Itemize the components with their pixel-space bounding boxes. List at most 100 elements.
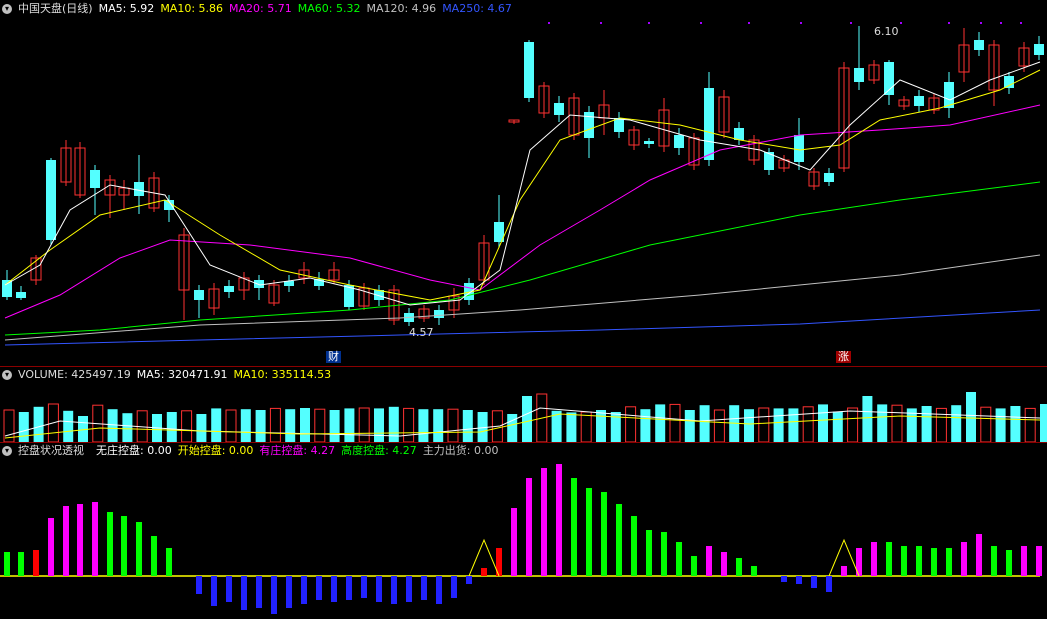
- limit-dot: [600, 22, 602, 24]
- control-bar: [166, 548, 172, 576]
- control-bar: [451, 576, 457, 598]
- control-bar: [796, 576, 802, 584]
- volume-bar: [240, 409, 251, 442]
- control-bar: [466, 576, 472, 584]
- indicator-panel[interactable]: ▾ 控盘状况透视 无庄控盘: 0.00 开始控盘: 0.00 有庄控盘: 4.27 高度控…: [0, 442, 1047, 619]
- control-bar: [586, 488, 592, 576]
- volume-bar: [211, 408, 222, 442]
- candle-body: [16, 292, 26, 298]
- candle-body: [704, 88, 714, 160]
- volume-bar: [995, 408, 1006, 442]
- candle-body: [90, 170, 100, 188]
- control-bar: [676, 542, 682, 576]
- control-bar: [376, 576, 382, 602]
- candle-body: [974, 40, 984, 50]
- volume-bar: [773, 408, 784, 442]
- volume-bar: [1040, 404, 1047, 442]
- candle-body: [1034, 44, 1044, 55]
- volume-bar: [625, 406, 637, 442]
- finance-marker[interactable]: 财: [326, 351, 341, 363]
- candle-body: [734, 128, 744, 140]
- volume-bar: [847, 407, 859, 442]
- indicator-legend-item: 高度控盘: 4.27: [341, 444, 417, 457]
- control-bar: [961, 542, 967, 576]
- price-panel[interactable]: ▾ 中国天盘(日线) MA5: 5.92 MA10: 5.86 MA20: 5.71 MA…: [0, 0, 1047, 366]
- panel-menu-icon[interactable]: ▾: [2, 446, 12, 456]
- control-bar: [916, 546, 922, 576]
- candle-body: [434, 310, 444, 318]
- volume-bar: [225, 409, 237, 442]
- control-bar: [616, 504, 622, 576]
- volume-bar: [403, 407, 415, 442]
- limit-dot: [980, 22, 982, 24]
- limit-dot: [850, 22, 852, 24]
- control-bar: [1006, 550, 1012, 576]
- control-bar: [691, 556, 697, 576]
- control-bar: [556, 464, 562, 576]
- volume-bar: [596, 410, 606, 442]
- control-bar: [107, 512, 113, 576]
- volume-bar: [522, 396, 532, 442]
- control-bar: [721, 552, 727, 576]
- candle-body: [224, 286, 234, 292]
- volume-bar: [374, 408, 384, 442]
- volume-bar: [832, 411, 843, 442]
- ma250-line: [4, 309, 1041, 346]
- control-bar: [991, 546, 997, 576]
- limit-dot: [648, 22, 650, 24]
- volume-bar: [655, 404, 666, 442]
- limit-dot: [700, 22, 702, 24]
- volume-bar: [713, 409, 725, 442]
- volume-bar: [921, 406, 932, 442]
- candlestick-chart[interactable]: [0, 0, 1047, 366]
- stock-name: 中国天盘(日线): [18, 2, 93, 15]
- control-bar: [751, 566, 757, 576]
- limit-dot: [900, 22, 902, 24]
- volume-bar: [818, 404, 828, 442]
- volume-bar: [329, 410, 340, 442]
- limit-dot: [748, 22, 750, 24]
- volume-bar: [758, 407, 770, 442]
- candle-body: [914, 96, 924, 106]
- control-bar: [196, 576, 202, 594]
- volume-bar: [1024, 407, 1036, 442]
- ma-legend-item: MA5: 5.92: [98, 2, 155, 15]
- ma5-line: [4, 61, 1041, 306]
- volume-header: ▾ VOLUME: 425497.19 MA5: 320471.91 MA10: 33…: [0, 366, 337, 384]
- control-bar: [301, 576, 307, 604]
- panel-menu-icon[interactable]: ▾: [2, 370, 12, 380]
- volume-bar: [699, 405, 710, 442]
- control-bar: [526, 478, 532, 576]
- control-bar: [4, 552, 10, 576]
- ma20-line: [4, 104, 1041, 319]
- ma-legend: MA5: 5.92 MA10: 5.86 MA20: 5.71 MA60: 5.32 M…: [99, 2, 518, 15]
- volume-bar: [862, 396, 873, 442]
- low-price-label: 4.57: [409, 326, 434, 339]
- volume-panel[interactable]: ▾ VOLUME: 425497.19 MA5: 320471.91 MA10: 33…: [0, 366, 1047, 442]
- volume-bar: [684, 410, 695, 442]
- control-bar: [706, 546, 712, 576]
- limit-up-marker[interactable]: 涨: [836, 351, 851, 363]
- control-bar: [241, 576, 247, 610]
- volume-ma5: MA5: 320471.91: [136, 368, 228, 381]
- control-bar: [841, 566, 847, 576]
- control-bar: [92, 502, 98, 576]
- panel-menu-icon[interactable]: ▾: [2, 4, 12, 14]
- volume-bar: [388, 406, 399, 442]
- volume-bar: [744, 409, 754, 442]
- price-header: ▾ 中国天盘(日线) MA5: 5.92 MA10: 5.86 MA20: 5.71 MA…: [0, 0, 524, 18]
- volume-bar: [507, 414, 518, 442]
- ma10-line: [4, 69, 1041, 301]
- volume-bar: [314, 408, 326, 442]
- ma120-line: [4, 254, 1041, 341]
- volume-bar: [951, 405, 962, 442]
- candle-body: [674, 135, 684, 148]
- volume-bar: [966, 392, 976, 442]
- volume-bar: [669, 403, 681, 442]
- control-bar: [661, 532, 667, 576]
- volume-bar: [433, 409, 444, 442]
- candle-body: [854, 68, 864, 82]
- volume-ma10: MA10: 335114.53: [233, 368, 332, 381]
- control-status-chart[interactable]: [0, 442, 1047, 619]
- volume-bar: [285, 409, 296, 442]
